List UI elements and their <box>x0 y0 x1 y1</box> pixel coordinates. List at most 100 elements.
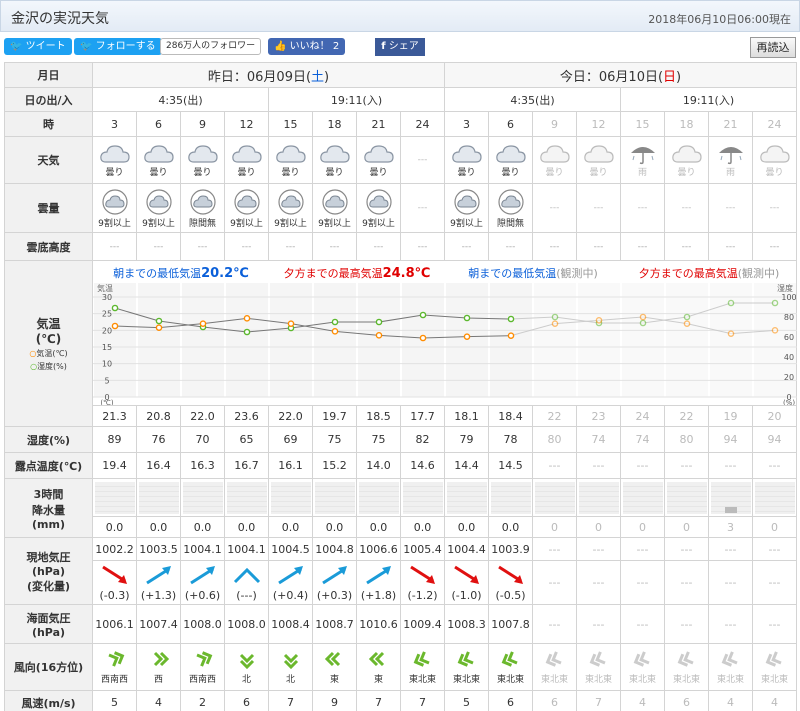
hour-cell: 21 <box>356 111 401 137</box>
temperature-value: 22.0 <box>268 405 313 427</box>
wind-direction-cell: 西南西 <box>92 643 137 691</box>
cloud-cell: 9割以上 <box>444 183 489 233</box>
pressure-up-arrow-icon <box>276 564 306 589</box>
hour-cell: 9 <box>180 111 225 137</box>
rain-bar-cell <box>444 478 489 517</box>
wind-direction-label: 東北東 <box>760 675 788 685</box>
tweet-button[interactable]: 🐦 ツイート <box>4 38 72 55</box>
wind-direction-cell: 東北東 <box>532 643 577 691</box>
wind-direction-label: 東北東 <box>584 675 612 685</box>
rain-value: 0 <box>620 516 665 538</box>
hour-header: 時 <box>4 111 93 137</box>
wind-speed-value: 6 <box>532 690 577 711</box>
rain-bar-cell <box>752 478 797 517</box>
y-unit-label: (℃) <box>100 399 114 405</box>
hour-cell: 24 <box>400 111 445 137</box>
share-button[interactable]: f シェア <box>375 38 425 56</box>
rain-value: 0.0 <box>488 516 533 538</box>
follow-button[interactable]: 🐦 フォローする <box>74 38 162 55</box>
pressure-up-arrow-icon <box>320 564 350 589</box>
rain-bar-cell <box>488 478 533 517</box>
sea-pressure-row: 海面気圧 (hPa) 1006.1 1007.4 1008.0 1008.0 1008.4 1… <box>4 604 797 644</box>
day2-min-temp: 朝までの最低気温(観測中) <box>468 266 598 280</box>
sunset-time: 19:11(入) <box>620 87 797 112</box>
pressure-value: --- <box>532 537 577 561</box>
weather-label: 曇り <box>501 167 520 178</box>
day2-max-temp: 夕方までの最高気温(観測中) <box>639 266 780 280</box>
sea-pressure-value: 1007.8 <box>488 604 533 644</box>
humidity-point <box>771 299 779 307</box>
weather-cell: 曇り <box>268 136 313 184</box>
cloud-icon <box>187 143 219 165</box>
temperature-point <box>727 330 735 337</box>
ceiling-cell: --- <box>224 232 269 261</box>
wind-speed-value: 4 <box>136 690 181 711</box>
cloud-cell: 隙間無 <box>488 183 533 233</box>
wind-arrow-icon <box>588 649 610 672</box>
day-heading: 昨日：06月09日(土) <box>92 62 445 88</box>
humidity-point <box>243 328 251 336</box>
reload-button[interactable]: 再読込 <box>750 37 796 58</box>
y-tick-label: 30 <box>102 293 112 302</box>
temperature-humidity-chart: 朝までの最低気温20.2℃ 夕方までの最高気温24.8℃ 朝までの最低気温(観測中)… <box>93 266 797 405</box>
y-tick-label: 10 <box>102 360 112 369</box>
temperature-value: 23.6 <box>224 405 269 427</box>
rain-bar-cell <box>180 478 225 517</box>
temperature-point <box>419 334 427 342</box>
rain-gauge <box>226 481 267 514</box>
dew-value: --- <box>752 452 797 479</box>
sea-pressure-value: --- <box>532 604 577 644</box>
sea-pressure-value: 1006.1 <box>92 604 137 644</box>
like-button[interactable]: 👍 いいね！ 2 <box>268 38 346 55</box>
dew-value: 15.2 <box>312 452 357 479</box>
date-header: 月日 <box>4 62 93 88</box>
cloud-label: 隙間無 <box>188 218 216 229</box>
weather-label: 曇り <box>281 167 300 178</box>
wind-direction-label: 北 <box>285 675 295 685</box>
pressure-value: 1005.4 <box>400 537 445 561</box>
temperature-value: 22.0 <box>180 405 225 427</box>
pressure-down-arrow-icon <box>452 564 482 589</box>
weather-cell: 曇り <box>444 136 489 184</box>
temperature-value: 20.8 <box>136 405 181 427</box>
weather-cell: 曇り <box>312 136 357 184</box>
cloud-cell: 9割以上 <box>92 183 137 233</box>
cloud-cover-icon <box>321 188 349 216</box>
y2-tick-label: 100 <box>781 293 796 302</box>
humidity-point <box>507 315 515 323</box>
weather-label: 曇り <box>325 167 344 178</box>
humidity-value: 80 <box>664 426 709 453</box>
temperature-point <box>683 320 691 327</box>
sea-pressure-value: 1008.4 <box>268 604 313 644</box>
sea-pressure-value: 1008.0 <box>180 604 225 644</box>
wind-direction-cell: 西南西 <box>180 643 225 691</box>
weather-cell: 曇り <box>180 136 225 184</box>
weather-cell: 曇り <box>356 136 401 184</box>
cloud-cell: 9割以上 <box>268 183 313 233</box>
pressure-change-value: (+0.6) <box>184 588 221 602</box>
dew-value: --- <box>532 452 577 479</box>
hour-cell: 3 <box>444 111 489 137</box>
humidity-row: 湿度(%) 89 76 70 65 69 75 75 82 79 78 80 74 74 80 94 94 <box>4 426 797 453</box>
rain-value: 0 <box>752 516 797 538</box>
follower-count: 286万人のフォロワー <box>160 38 262 55</box>
pressure-change-cell: (+1.3) <box>136 560 181 605</box>
wind-direction-cell: 東北東 <box>576 643 621 691</box>
wind-direction-cell: 東 <box>356 643 401 691</box>
sun-row: 日の出/入 4:35(出) 19:11(入) 4:35(出) 19:11(入) <box>4 87 797 112</box>
facebook-icon: f <box>381 41 386 52</box>
pressure-value: 1004.8 <box>312 537 357 561</box>
cloud-cell: --- <box>400 183 445 233</box>
weather-label: 雨 <box>637 167 647 178</box>
rain-bar-cell <box>532 478 577 517</box>
twitter-bird-icon: 🐦 <box>80 41 93 52</box>
pressure-flat-arrow-icon <box>232 564 262 589</box>
wind-direction-cell: 東北東 <box>752 643 797 691</box>
wind-direction-label: 東北東 <box>540 675 568 685</box>
pressure-change-value: (-1.0) <box>451 588 482 602</box>
y-tick-label: 20 <box>102 326 112 335</box>
wind-arrow-icon <box>104 649 126 672</box>
twitter-bird-icon: 🐦 <box>10 41 23 52</box>
pressure-change-value: (---) <box>236 588 257 602</box>
hour-cell: 24 <box>752 111 797 137</box>
